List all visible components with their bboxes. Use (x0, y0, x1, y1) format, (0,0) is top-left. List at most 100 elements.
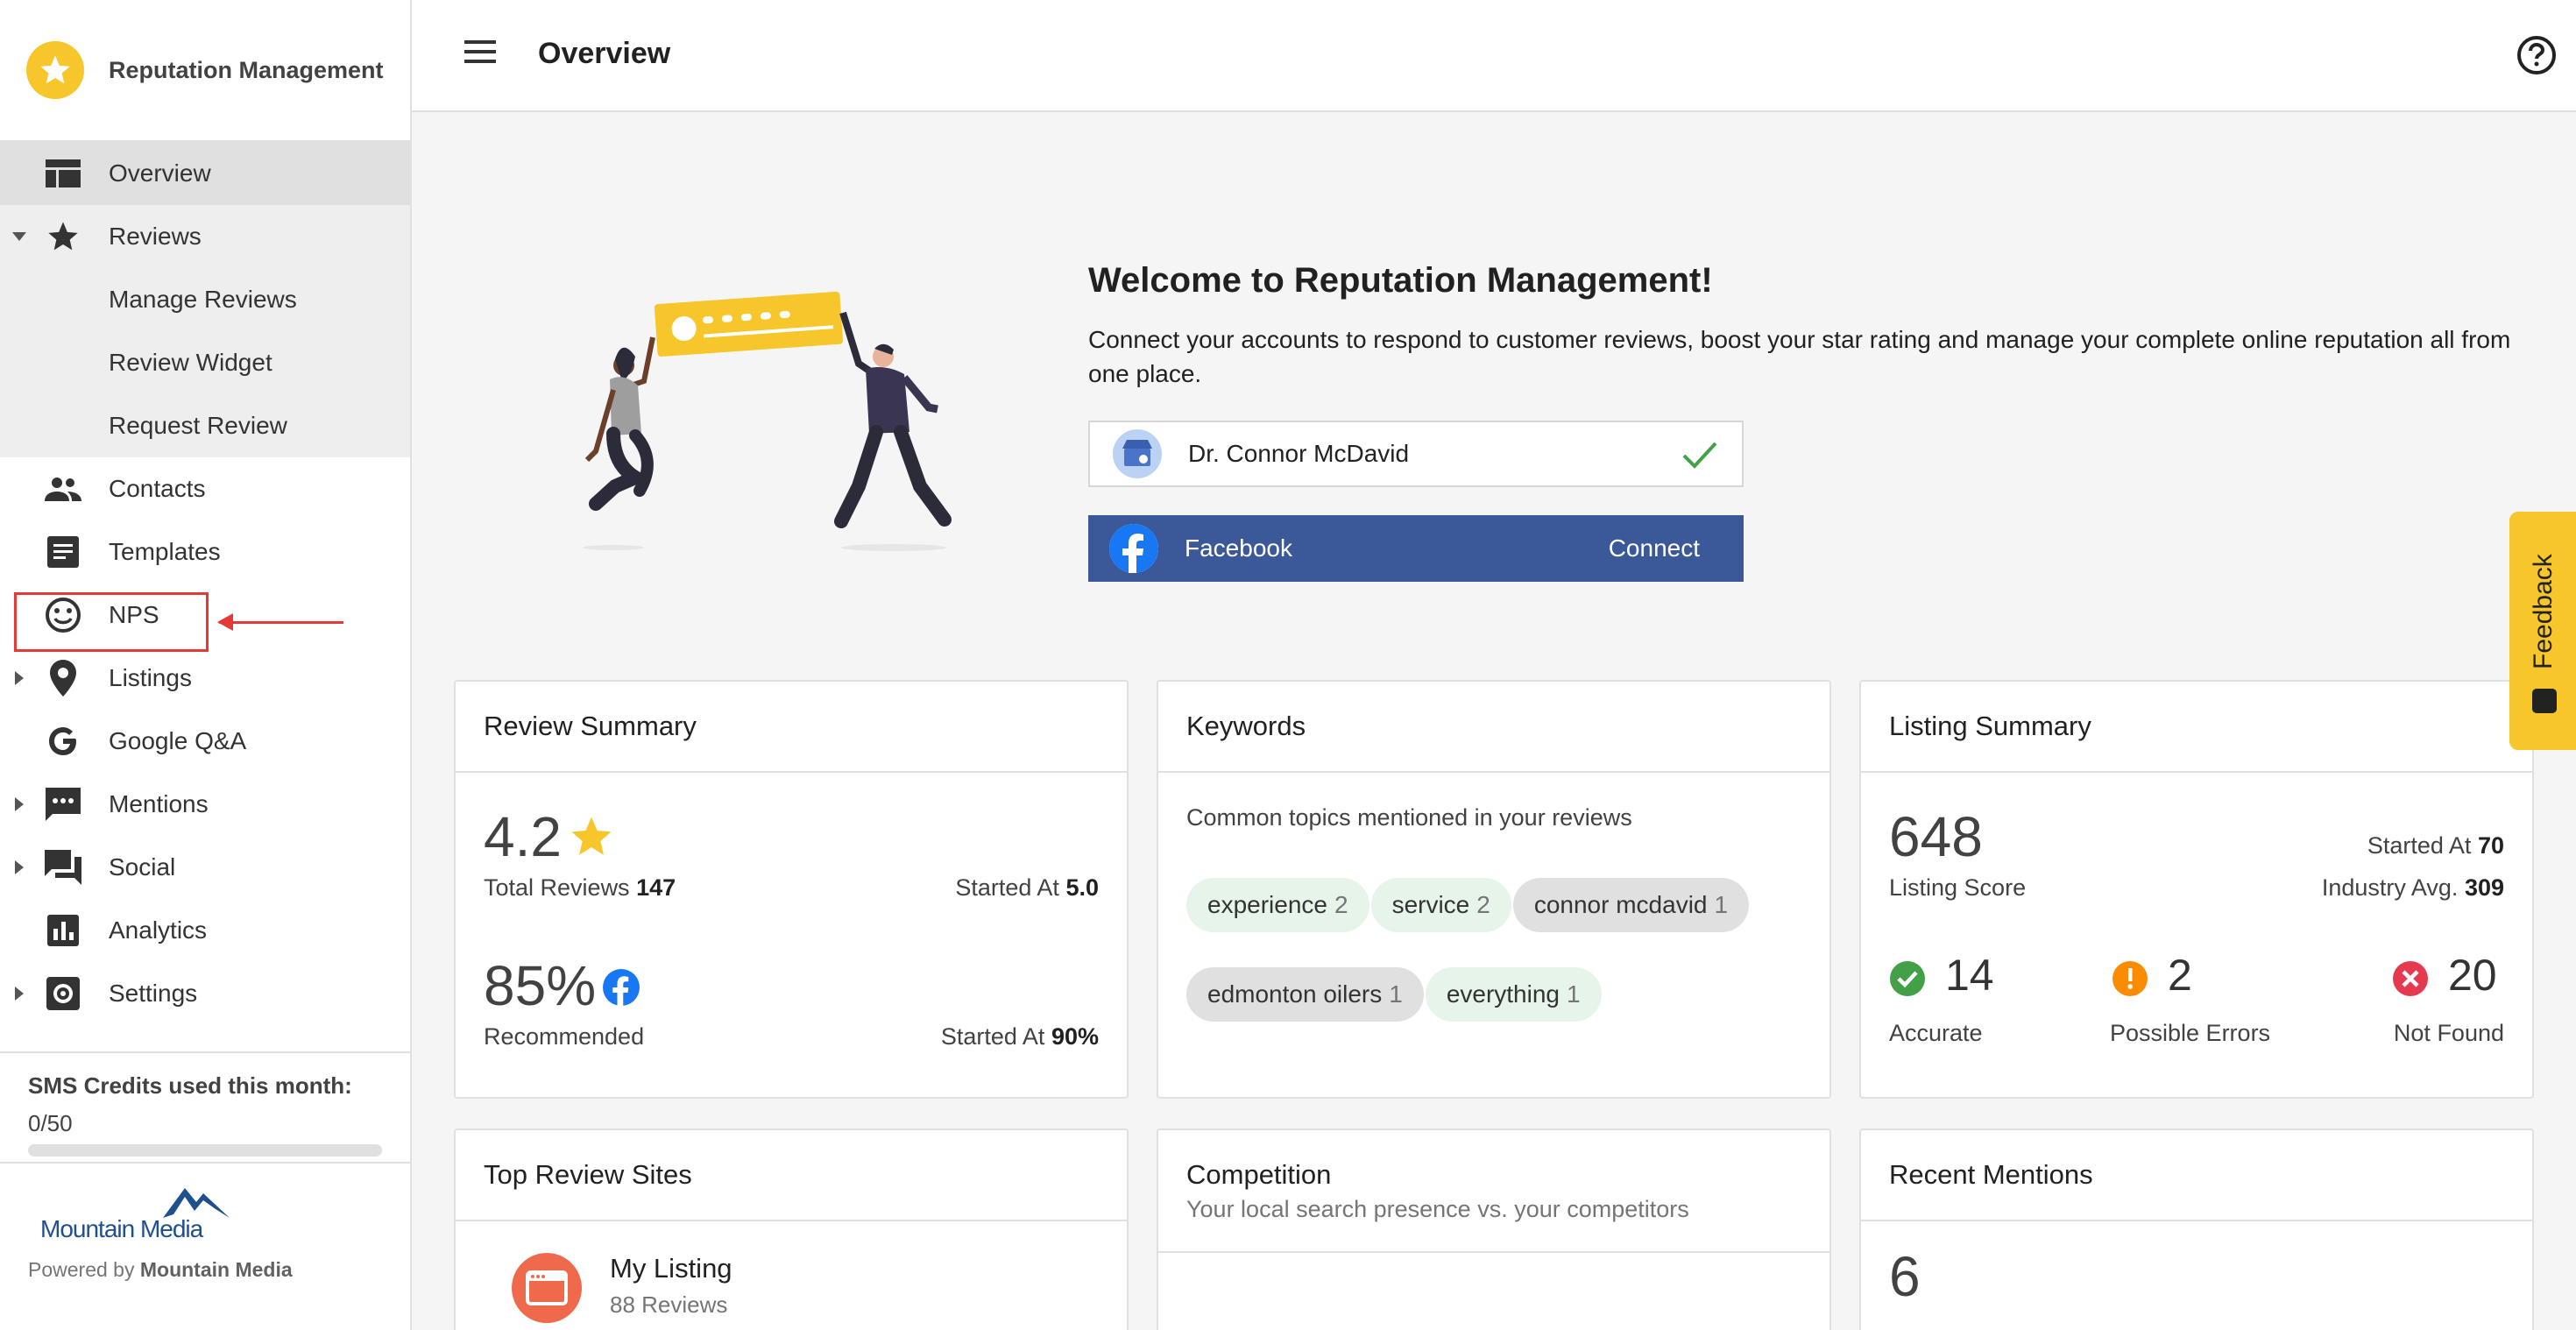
feedback-tab[interactable]: Feedback (2509, 512, 2576, 750)
keyword-chip[interactable]: service 2 (1370, 878, 1511, 932)
sidebar-item-analytics[interactable]: Analytics (0, 899, 410, 962)
sidebar-item-reviews[interactable]: Reviews (0, 205, 410, 268)
keyword-word: edmonton oilers (1207, 980, 1383, 1008)
feedback-label: Feedback (2529, 554, 2558, 669)
started-at-value: 70 (2477, 832, 2504, 859)
rating-star-icon (568, 813, 615, 865)
site-name[interactable]: My Listing (610, 1253, 732, 1284)
not-found-label: Not Found (2393, 1020, 2504, 1046)
started-at-value: 5.0 (1065, 874, 1099, 901)
powered-by-brand[interactable]: Mountain Media (140, 1258, 293, 1281)
keyword-chips-row-2: edmonton oilers 1 everything 1 (1186, 967, 1817, 1022)
accurate-count: 14 (1945, 951, 1994, 1000)
page-title: Overview (538, 37, 671, 70)
sidebar-item-review-widget[interactable]: Review Widget (0, 331, 410, 394)
sidebar-item-label: Social (109, 853, 176, 881)
sidebar-item-label: Manage Reviews (109, 286, 297, 313)
card-header: Recent Mentions (1861, 1130, 2532, 1221)
sidebar-item-google-qa[interactable]: Google Q&A (0, 710, 410, 773)
chat-icon (44, 785, 82, 824)
keyword-chip[interactable]: connor mcdavid 1 (1512, 878, 1750, 932)
top-review-sites-card: Top Review Sites My Listing 88 Reviews (454, 1128, 1129, 1330)
sidebar: Reputation Management Overview Reviews M… (0, 0, 412, 1330)
card-title: Review Summary (484, 711, 697, 741)
keyword-count: 1 (1714, 891, 1729, 918)
started-at-label: Started At (2367, 832, 2472, 859)
brand[interactable]: Reputation Management (0, 0, 410, 142)
keyword-count: 1 (1567, 980, 1581, 1008)
caret-right-icon[interactable] (12, 860, 26, 874)
started-at-label: Started At (955, 874, 1059, 901)
card-header: Review Summary (456, 682, 1127, 773)
sidebar-item-templates[interactable]: Templates (0, 520, 410, 584)
feedback-smiley-icon (2532, 689, 2557, 713)
sms-credits-value: 0/50 (28, 1110, 73, 1136)
average-rating: 4.2 (484, 805, 562, 868)
my-listing-icon (512, 1253, 582, 1327)
sms-credits-progress (28, 1144, 382, 1157)
keywords-card: Keywords Common topics mentioned in your… (1157, 680, 1831, 1099)
welcome-title: Welcome to Reputation Management! (1088, 261, 1713, 300)
review-summary-card: Review Summary 4.2 Total Reviews 147 Sta… (454, 680, 1129, 1099)
sidebar-item-request-review[interactable]: Request Review (0, 394, 410, 457)
industry-average-label: Industry Avg. (2321, 874, 2459, 901)
keyword-count: 2 (1476, 891, 1490, 918)
card-header: Keywords (1158, 682, 1829, 773)
listing-summary-card: Listing Summary 648 Listing Score Starte… (1859, 680, 2534, 1099)
keyword-word: experience (1207, 891, 1327, 918)
annotation-arrow (219, 621, 343, 624)
caret-right-icon[interactable] (12, 671, 26, 685)
powered-by: Powered by Mountain Media (28, 1258, 293, 1282)
started-at-value: 90% (1051, 1023, 1099, 1050)
sidebar-nav: Overview Reviews Manage Reviews Review W… (0, 142, 410, 1025)
card-title: Keywords (1186, 711, 1306, 741)
card-title: Competition (1186, 1158, 1332, 1190)
sidebar-item-manage-reviews[interactable]: Manage Reviews (0, 268, 410, 331)
sidebar-item-contacts[interactable]: Contacts (0, 457, 410, 520)
facebook-connect-label[interactable]: Connect (1609, 534, 1700, 562)
card-header: Top Review Sites (456, 1130, 1127, 1221)
annotation-highlight-box (14, 592, 209, 652)
card-title: Top Review Sites (484, 1159, 692, 1190)
keyword-chips-row-1: experience 2 service 2 connor mcdavid 1 (1186, 878, 1817, 932)
annotation-arrow-head (217, 613, 233, 631)
sidebar-item-label: Review Widget (109, 349, 272, 376)
keyword-chip[interactable]: experience 2 (1186, 878, 1369, 932)
listing-score-label: Listing Score (1889, 874, 2027, 901)
hamburger-menu-icon[interactable] (464, 39, 499, 74)
keyword-chip[interactable]: edmonton oilers 1 (1186, 967, 1424, 1022)
recommended-percent: 85% (484, 954, 597, 1017)
google-icon (44, 722, 82, 761)
sidebar-item-label: Contacts (109, 475, 206, 502)
bar-chart-icon (44, 911, 82, 950)
help-icon[interactable] (2516, 35, 2558, 77)
facebook-label: Facebook (1185, 534, 1292, 562)
keyword-chip[interactable]: everything 1 (1425, 967, 1602, 1022)
keyword-count: 1 (1389, 980, 1403, 1008)
sidebar-item-label: Settings (109, 980, 198, 1007)
keyword-word: service (1391, 891, 1470, 918)
rating-started-at: Started At 5.0 (955, 874, 1099, 902)
dashboard-icon (44, 154, 82, 193)
google-my-business-icon (1113, 429, 1162, 478)
google-business-account[interactable]: Dr. Connor McDavid (1088, 421, 1744, 487)
sidebar-item-settings[interactable]: Settings (0, 962, 410, 1025)
sidebar-item-listings[interactable]: Listings (0, 647, 410, 710)
caret-down-icon[interactable] (12, 230, 26, 244)
started-at-label: Started At (940, 1023, 1045, 1050)
facebook-connect-button[interactable]: Facebook Connect (1088, 515, 1744, 582)
card-subtitle: Your local search presence vs. your comp… (1186, 1195, 1689, 1222)
sidebar-item-social[interactable]: Social (0, 836, 410, 899)
total-reviews-value: 147 (636, 874, 676, 901)
sidebar-item-overview[interactable]: Overview (0, 142, 410, 205)
keyword-word: everything (1446, 980, 1560, 1008)
top-bar: Overview (412, 0, 2576, 112)
competition-card: Competition Your local search presence v… (1157, 1128, 1831, 1330)
recommended-started-at: Started At 90% (941, 1023, 1099, 1051)
site-review-count: 88 Reviews (610, 1291, 728, 1318)
caret-right-icon[interactable] (12, 987, 26, 1001)
sidebar-item-label: Listings (109, 664, 192, 691)
sidebar-item-mentions[interactable]: Mentions (0, 773, 410, 836)
mountain-media-logo: Mountain Media (40, 1183, 233, 1244)
caret-right-icon[interactable] (12, 797, 26, 811)
